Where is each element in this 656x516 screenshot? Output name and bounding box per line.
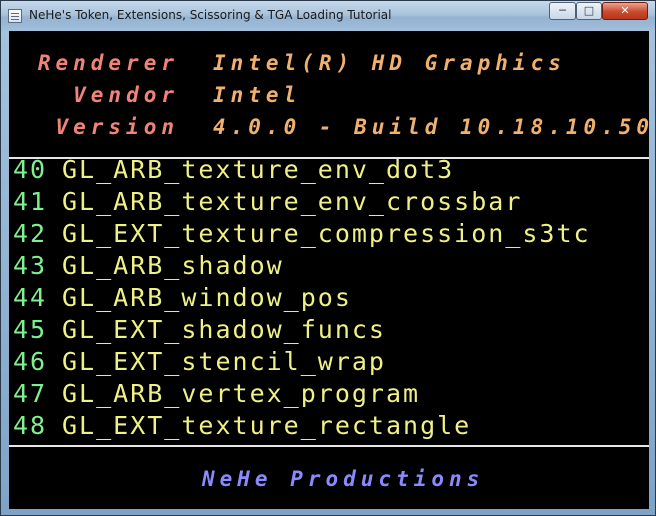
extension-name: GL_EXT_stencil_wrap (62, 347, 386, 376)
extension-number: 47 (13, 379, 48, 408)
title-bar[interactable]: NeHe's Token, Extensions, Scissoring & T… (1, 1, 655, 31)
maximize-button[interactable]: □ (576, 2, 602, 20)
version-value: 4.0.0 - Build 10.18.10.5059 (213, 115, 649, 139)
extension-number: 43 (13, 251, 48, 280)
bottom-divider (9, 445, 649, 447)
extension-name: GL_ARB_shadow (62, 251, 284, 280)
renderer-value: Intel(R) HD Graphics (213, 51, 566, 75)
extension-number: 48 (13, 411, 48, 440)
extension-name: GL_EXT_texture_compression_s3tc (62, 219, 591, 248)
extension-name: GL_ARB_texture_env_crossbar (62, 187, 523, 216)
extension-name: GL_EXT_texture_rectangle (62, 411, 472, 440)
extension-number: 44 (13, 283, 48, 312)
window-title: NeHe's Token, Extensions, Scissoring & T… (29, 8, 392, 22)
app-window: NeHe's Token, Extensions, Scissoring & T… (0, 0, 656, 516)
vendor-label: Vendor (73, 83, 179, 107)
extension-number: 45 (13, 315, 48, 344)
extension-number: 42 (13, 219, 48, 248)
opengl-viewport[interactable]: Renderer Intel(R) HD Graphics Vendor Int… (9, 31, 649, 509)
extension-name: GL_ARB_texture_env_dot3 (62, 155, 455, 184)
extension-name: GL_EXT_shadow_funcs (62, 315, 386, 344)
renderer-label: Renderer (37, 51, 179, 75)
extension-name: GL_ARB_window_pos (62, 283, 352, 312)
close-button[interactable]: ✕ (602, 2, 648, 20)
footer-credit: NeHe Productions (202, 467, 485, 491)
extension-number: 41 (13, 187, 48, 216)
extension-name: GL_ARB_vertex_program (62, 379, 421, 408)
extension-number: 46 (13, 347, 48, 376)
version-label: Version (55, 115, 179, 139)
vendor-value: Intel (213, 83, 302, 107)
app-window-icon[interactable] (8, 9, 22, 23)
extension-number: 40 (13, 155, 48, 184)
minimize-button[interactable]: ─ (549, 2, 576, 20)
